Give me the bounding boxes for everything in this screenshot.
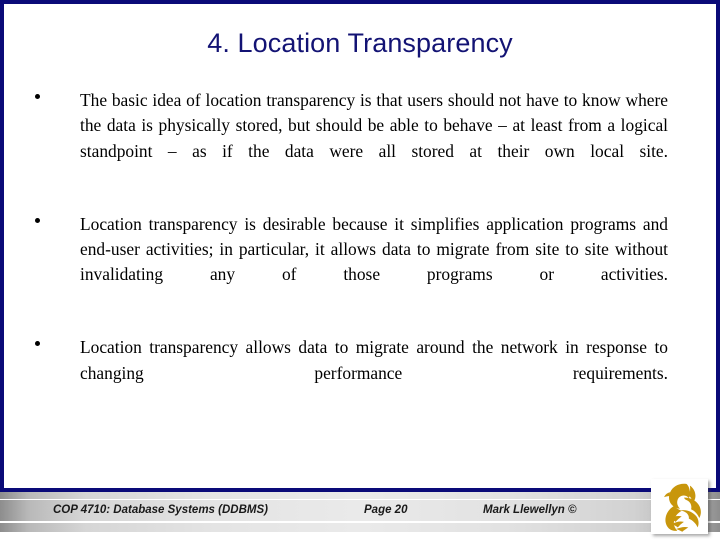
- bullet-item-text: Location transparency is desirable becau…: [80, 213, 668, 285]
- bullet-item: The basic idea of location transparency …: [0, 88, 720, 190]
- footer-band-top: [0, 492, 720, 499]
- slide-body: The basic idea of location transparency …: [0, 88, 720, 433]
- presentation-slide: 4. Location Transparency The basic idea …: [0, 0, 720, 540]
- pegasus-icon: [664, 483, 701, 532]
- ucf-pegasus-logo: [651, 479, 708, 534]
- bullet-item-text: Location transparency allows data to mig…: [80, 337, 668, 383]
- slide-title: 4. Location Transparency: [207, 28, 513, 58]
- bullet-item-text: The basic idea of location transparency …: [80, 90, 668, 161]
- footer-divider: [0, 532, 720, 533]
- footer-course-label: COP 4710: Database Systems (DDBMS): [53, 504, 268, 516]
- bullet-dot-icon: [35, 341, 40, 347]
- bullet-item: Location transparency is desirable becau…: [0, 212, 720, 314]
- footer-divider: [0, 521, 720, 522]
- footer-band-bottom: [0, 523, 720, 532]
- slide-border-top: [0, 0, 720, 4]
- bullet-item: Location transparency allows data to mig…: [0, 335, 720, 411]
- bullet-dot-icon: [35, 94, 40, 99]
- footer-divider: [0, 499, 720, 500]
- footer-author-label: Mark Llewellyn ©: [483, 504, 577, 516]
- bullet-dot-icon: [35, 217, 40, 223]
- slide-footer: COP 4710: Database Systems (DDBMS) Page …: [0, 492, 720, 540]
- footer-page-number: Page 20: [364, 504, 408, 516]
